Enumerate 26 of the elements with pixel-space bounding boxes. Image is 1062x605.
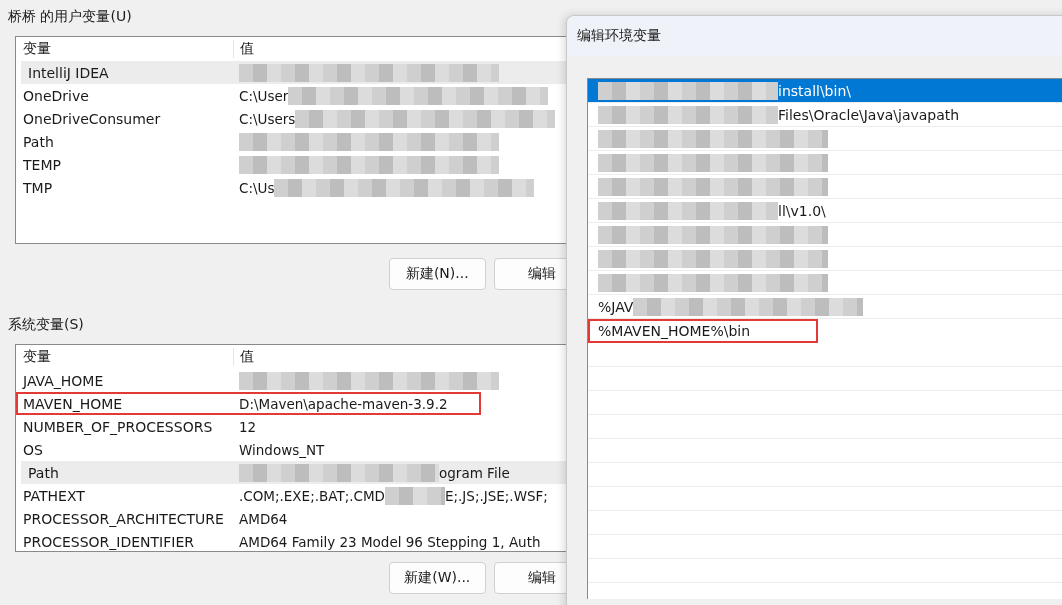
- path-entry[interactable]: %MAVEN_HOME%\bin: [588, 319, 818, 343]
- table-row[interactable]: OneDrive C:\User: [16, 84, 589, 107]
- path-entry[interactable]: ll\v1.0\: [588, 199, 1062, 223]
- dialog-button[interactable]: 新建(W)...: [389, 562, 486, 594]
- group-title: 桥桥 的用户变量(U): [8, 8, 132, 26]
- path-entry[interactable]: [588, 271, 1062, 295]
- path-entry[interactable]: [588, 223, 1062, 247]
- table-row[interactable]: JAVA_HOME: [16, 369, 589, 392]
- path-entry[interactable]: install\bin\: [588, 79, 1062, 103]
- table-row[interactable]: MAVEN_HOME D:\Maven\apache-maven-3.9.2: [16, 392, 481, 415]
- path-entry[interactable]: [588, 247, 1062, 271]
- window-title: 编辑环境变量: [577, 27, 661, 45]
- path-entry[interactable]: %JAV: [588, 295, 1062, 319]
- group-title: 系统变量(S): [8, 316, 84, 334]
- table-row[interactable]: OneDriveConsumer C:\Users: [16, 107, 589, 130]
- table-row[interactable]: Path: [16, 130, 589, 153]
- path-entry[interactable]: [588, 175, 1062, 199]
- path-entry[interactable]: [588, 127, 1062, 151]
- table-row[interactable]: TEMP: [16, 153, 589, 176]
- column-header[interactable]: 变量: [16, 348, 234, 366]
- table-row[interactable]: PATHEXT .COM;.EXE;.BAT;.CMD E;.JS;.JSE;.WSF;: [16, 484, 589, 507]
- path-entry[interactable]: Files\Oracle\Java\javapath: [588, 103, 1062, 127]
- table-row[interactable]: TMP C:\Us: [16, 176, 589, 199]
- dialog-button[interactable]: 新建(N)...: [389, 258, 486, 290]
- path-entry[interactable]: [588, 151, 1062, 175]
- column-header[interactable]: 变量: [16, 40, 234, 58]
